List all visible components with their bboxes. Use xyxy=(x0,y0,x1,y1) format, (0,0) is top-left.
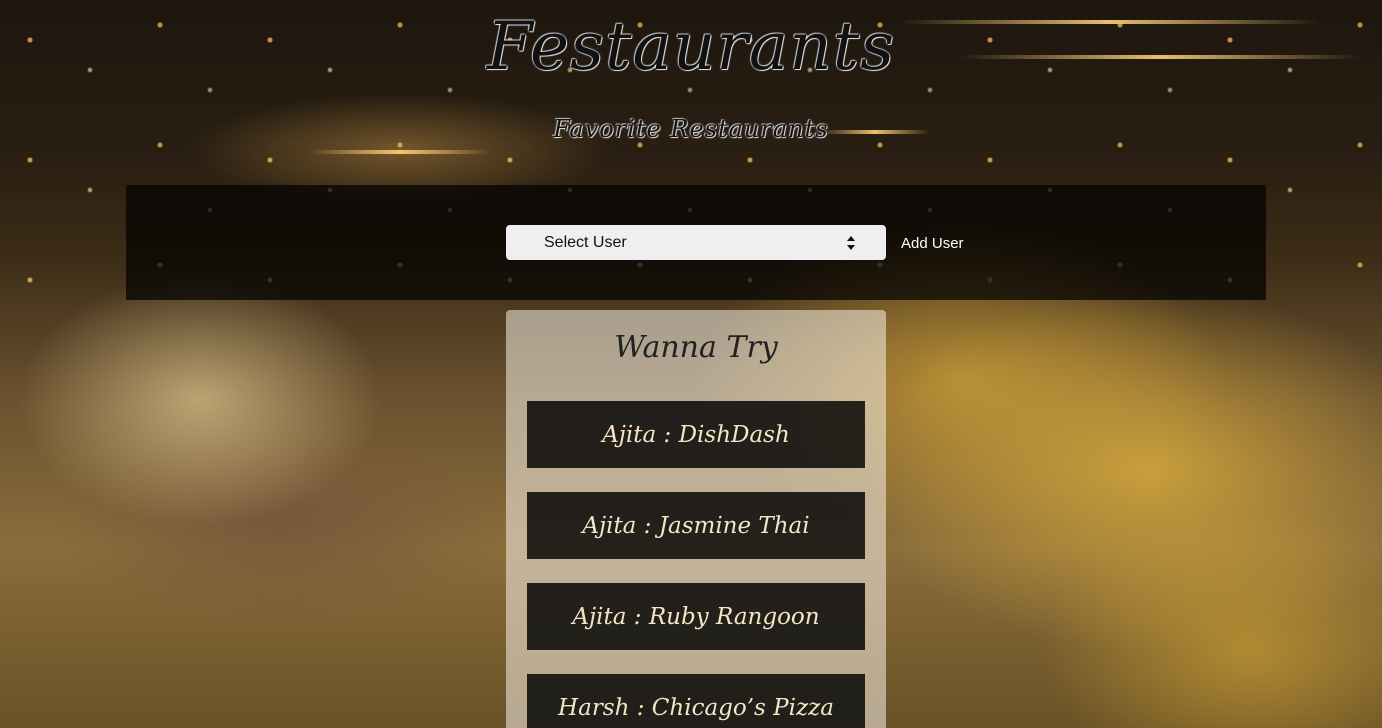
list-item[interactable]: Ajita : Jasmine Thai xyxy=(527,492,865,559)
panel-title: Wanna Try xyxy=(614,330,778,365)
select-arrows-icon xyxy=(847,236,855,250)
list-item[interactable]: Ajita : DishDash xyxy=(527,401,865,468)
background-light-streak xyxy=(310,150,490,154)
user-select-label: Select User xyxy=(544,234,627,251)
list-item[interactable]: Ajita : Ruby Rangoon xyxy=(527,583,865,650)
site-subtitle: Favorite Restaurants xyxy=(553,115,829,143)
list-item[interactable]: Harsh : Chicago’s Pizza xyxy=(527,674,865,728)
user-toolbar: Select User Add User xyxy=(126,185,1266,300)
add-user-button[interactable]: Add User xyxy=(901,235,964,252)
site-title: Festaurants xyxy=(486,8,896,85)
wanna-try-panel: Wanna Try Ajita : DishDash Ajita : Jasmi… xyxy=(506,310,886,728)
user-select[interactable]: Select User xyxy=(506,225,886,260)
